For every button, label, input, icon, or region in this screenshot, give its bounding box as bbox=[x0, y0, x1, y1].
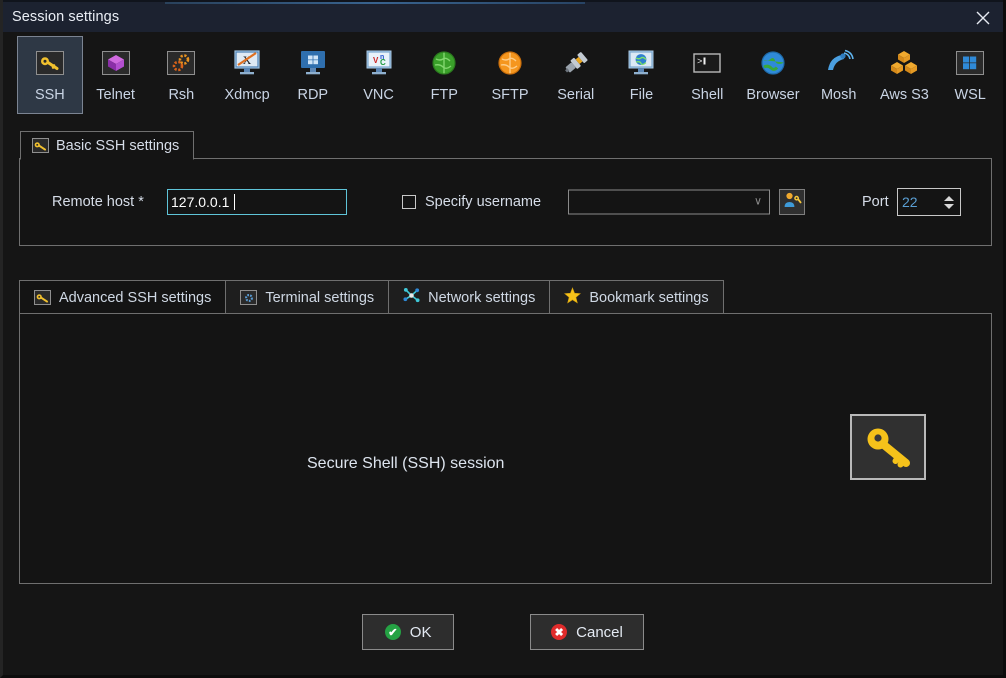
protocol-browser[interactable]: Browser bbox=[740, 36, 806, 114]
protocol-label: Xdmcp bbox=[224, 87, 270, 103]
tab-label: Bookmark settings bbox=[589, 289, 709, 306]
mosh-satellite-icon bbox=[822, 46, 856, 80]
protocol-serial[interactable]: Serial bbox=[543, 36, 609, 114]
protocol-label: Browser bbox=[746, 87, 800, 103]
protocol-label: Aws S3 bbox=[879, 87, 929, 103]
remote-host-input[interactable] bbox=[167, 189, 347, 215]
browser-globe-icon bbox=[756, 46, 790, 80]
sftp-orange-globe-icon bbox=[493, 46, 527, 80]
settings-tabstrip: Advanced SSH settings Terminal settings bbox=[19, 280, 724, 314]
xdmcp-monitor-icon: X bbox=[230, 46, 264, 80]
chevron-down-icon: ∨ bbox=[753, 195, 762, 208]
wsl-windows-icon bbox=[953, 46, 987, 80]
protocol-ftp[interactable]: FTP bbox=[411, 36, 477, 114]
spinner-up-icon[interactable] bbox=[944, 195, 954, 201]
protocol-telnet[interactable]: Telnet bbox=[83, 36, 149, 114]
ok-button-label: OK bbox=[409, 623, 432, 641]
user-key-button[interactable] bbox=[779, 189, 805, 215]
close-button[interactable] bbox=[960, 2, 1003, 34]
protocol-shell[interactable]: > Shell bbox=[674, 36, 740, 114]
cancel-button[interactable]: ✖ Cancel bbox=[530, 614, 644, 650]
svg-text:>: > bbox=[697, 57, 702, 67]
rdp-windows-monitor-icon bbox=[296, 46, 330, 80]
protocol-label: SFTP bbox=[491, 87, 529, 103]
ssh-key-icon bbox=[32, 138, 49, 153]
protocol-label: VNC bbox=[363, 87, 394, 103]
window-title: Session settings bbox=[12, 9, 120, 25]
protocol-label: RDP bbox=[297, 87, 329, 103]
tab-label: Advanced SSH settings bbox=[59, 289, 212, 306]
protocol-wsl[interactable]: WSL bbox=[937, 36, 1003, 114]
remote-host-label: Remote host * bbox=[52, 194, 144, 210]
ftp-green-globe-icon bbox=[427, 46, 461, 80]
aws-s3-cubes-icon bbox=[887, 46, 921, 80]
tab-bookmark-settings[interactable]: Bookmark settings bbox=[549, 280, 724, 314]
svg-text:C: C bbox=[380, 58, 386, 67]
ssh-key-icon bbox=[34, 290, 51, 305]
ssh-key-icon bbox=[33, 46, 67, 80]
protocol-xdmcp[interactable]: X Xdmcp bbox=[214, 36, 280, 114]
tab-label: Terminal settings bbox=[265, 289, 375, 306]
protocol-mosh[interactable]: Mosh bbox=[806, 36, 872, 114]
protocol-sftp[interactable]: SFTP bbox=[477, 36, 543, 114]
ok-button[interactable]: ✔ OK bbox=[362, 614, 455, 650]
basic-ssh-settings-group: Basic SSH settings Remote host * Specify… bbox=[19, 131, 992, 246]
telnet-cube-icon bbox=[99, 46, 133, 80]
tab-network-settings[interactable]: Network settings bbox=[388, 280, 551, 314]
serial-connector-icon bbox=[559, 46, 593, 80]
specify-username-checkbox-wrap[interactable]: Specify username bbox=[402, 194, 541, 210]
close-icon bbox=[976, 11, 990, 25]
protocol-file[interactable]: File bbox=[609, 36, 675, 114]
specify-username-label: Specify username bbox=[425, 194, 542, 210]
protocol-vnc[interactable]: V n C VNC bbox=[346, 36, 412, 114]
protocol-label: Mosh bbox=[820, 87, 857, 103]
protocol-label: Rsh bbox=[168, 87, 195, 103]
svg-text:V: V bbox=[373, 56, 379, 65]
ssh-key-large-icon bbox=[850, 414, 926, 480]
username-combobox[interactable]: ∨ bbox=[568, 189, 770, 215]
tab-label: Network settings bbox=[428, 289, 536, 306]
protocol-label: File bbox=[629, 87, 654, 103]
protocol-rdp[interactable]: RDP bbox=[280, 36, 346, 114]
protocol-label: FTP bbox=[430, 87, 458, 103]
port-label: Port bbox=[862, 194, 889, 210]
tab-advanced-ssh-settings[interactable]: Advanced SSH settings bbox=[19, 280, 227, 314]
basic-ssh-settings-tab[interactable]: Basic SSH settings bbox=[20, 131, 195, 160]
cancel-x-icon: ✖ bbox=[551, 624, 568, 640]
spinner-down-icon[interactable] bbox=[944, 203, 954, 209]
protocol-label: WSL bbox=[954, 87, 986, 103]
specify-username-checkbox[interactable] bbox=[402, 195, 416, 209]
protocol-label: Shell bbox=[691, 87, 724, 103]
session-type-caption: Secure Shell (SSH) session bbox=[307, 455, 505, 472]
protocol-label: Telnet bbox=[96, 87, 135, 103]
port-spinner[interactable] bbox=[897, 188, 961, 216]
protocol-rsh[interactable]: Rsh bbox=[148, 36, 214, 114]
port-input[interactable] bbox=[898, 189, 940, 215]
protocol-toolbar: SSH Telnet Rsh Xdmcp RDP V n C VNC FTP S… bbox=[3, 36, 1003, 124]
dialog-footer: ✔ OK ✖ Cancel bbox=[3, 612, 1003, 652]
cancel-button-label: Cancel bbox=[576, 623, 623, 641]
ok-check-icon: ✔ bbox=[384, 624, 401, 640]
rsh-gears-icon bbox=[164, 46, 198, 80]
vnc-monitor-icon: V n C bbox=[362, 46, 396, 80]
protocol-ssh[interactable]: SSH bbox=[17, 36, 83, 114]
user-key-icon bbox=[783, 191, 802, 214]
star-icon bbox=[564, 287, 582, 308]
titlebar-accent-line bbox=[165, 2, 585, 4]
protocol-label: SSH bbox=[34, 87, 65, 103]
session-settings-dialog: Session settings SSH Telnet Rsh Xdmcp RD… bbox=[0, 0, 1006, 678]
protocol-label: Serial bbox=[557, 87, 595, 103]
terminal-settings-icon bbox=[240, 290, 258, 305]
shell-prompt-icon: > bbox=[690, 46, 724, 80]
titlebar: Session settings bbox=[3, 0, 1003, 34]
tab-terminal-settings[interactable]: Terminal settings bbox=[225, 280, 390, 314]
port-spinner-arrows[interactable] bbox=[940, 189, 958, 215]
network-nodes-icon bbox=[403, 287, 420, 308]
group-tab-label: Basic SSH settings bbox=[56, 137, 180, 154]
file-monitor-globe-icon bbox=[624, 46, 658, 80]
text-caret bbox=[234, 194, 235, 210]
protocol-aws-s3[interactable]: Aws S3 bbox=[872, 36, 938, 114]
advanced-ssh-settings-panel: Secure Shell (SSH) session bbox=[19, 313, 992, 584]
